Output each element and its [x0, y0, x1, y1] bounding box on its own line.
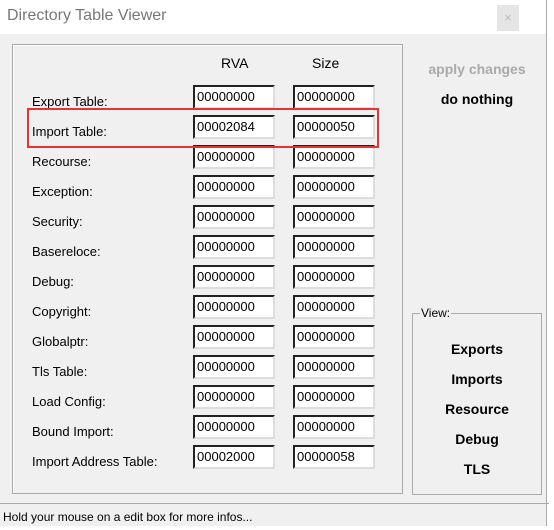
tls-button[interactable]: TLS: [412, 461, 542, 477]
rva-input[interactable]: 00000000: [193, 205, 275, 229]
size-input[interactable]: 00000000: [293, 145, 375, 169]
highlight-box: [27, 108, 379, 148]
exports-button[interactable]: Exports: [412, 341, 542, 357]
size-input[interactable]: 00000000: [293, 295, 375, 319]
rva-input[interactable]: 00000000: [193, 235, 275, 259]
view-label: View:: [420, 306, 452, 320]
rva-input[interactable]: 00000000: [193, 85, 275, 109]
row-label: Exception:: [32, 184, 93, 199]
rva-input[interactable]: 00000000: [193, 325, 275, 349]
rva-input[interactable]: 00000000: [193, 415, 275, 439]
row-label: Debug:: [32, 274, 74, 289]
row-label: Recourse:: [32, 154, 92, 169]
window-title: Directory Table Viewer: [7, 7, 167, 24]
size-input[interactable]: 00000000: [293, 235, 375, 259]
rva-input[interactable]: 00000000: [193, 175, 275, 199]
row-label: Tls Table:: [32, 364, 88, 379]
size-input[interactable]: 00000000: [293, 355, 375, 379]
size-input[interactable]: 00000000: [293, 385, 375, 409]
rva-input[interactable]: 00002000: [193, 445, 275, 469]
rva-header: RVA: [221, 55, 249, 71]
size-input[interactable]: 00000058: [293, 445, 375, 469]
size-header: Size: [312, 55, 340, 71]
size-input[interactable]: 00000000: [293, 205, 375, 229]
row-label: Import Address Table:: [32, 454, 158, 469]
rva-input[interactable]: 00000000: [193, 355, 275, 379]
status-bar: Hold your mouse on a edit box for more i…: [0, 503, 549, 527]
resource-button[interactable]: Resource: [412, 401, 542, 417]
size-input[interactable]: 00000000: [293, 265, 375, 289]
imports-button[interactable]: Imports: [412, 371, 542, 387]
size-input[interactable]: 00000000: [293, 85, 375, 109]
row-label: Basereloce:: [32, 244, 101, 259]
directory-table-viewer-window: Directory Table Viewer × RVA Size Export…: [0, 0, 549, 527]
row-label: Globalptr:: [32, 334, 89, 349]
rva-input[interactable]: 00000000: [193, 265, 275, 289]
rva-input[interactable]: 00000000: [193, 145, 275, 169]
debug-button[interactable]: Debug: [412, 431, 542, 447]
row-label: Export Table:: [32, 94, 108, 109]
close-button[interactable]: ×: [497, 5, 519, 31]
size-input[interactable]: 00000000: [293, 175, 375, 199]
row-label: Security:: [32, 214, 83, 229]
row-label: Load Config:: [32, 394, 106, 409]
row-label: Copyright:: [32, 304, 92, 319]
title-bar: Directory Table Viewer ×: [0, 0, 546, 34]
size-input[interactable]: 00000000: [293, 415, 375, 439]
do-nothing-button[interactable]: do nothing: [412, 91, 542, 107]
row-label: Bound Import:: [32, 424, 114, 439]
rva-input[interactable]: 00000000: [193, 385, 275, 409]
apply-changes-button[interactable]: apply changes: [412, 61, 542, 77]
size-input[interactable]: 00000000: [293, 325, 375, 349]
rva-input[interactable]: 00000000: [193, 295, 275, 319]
